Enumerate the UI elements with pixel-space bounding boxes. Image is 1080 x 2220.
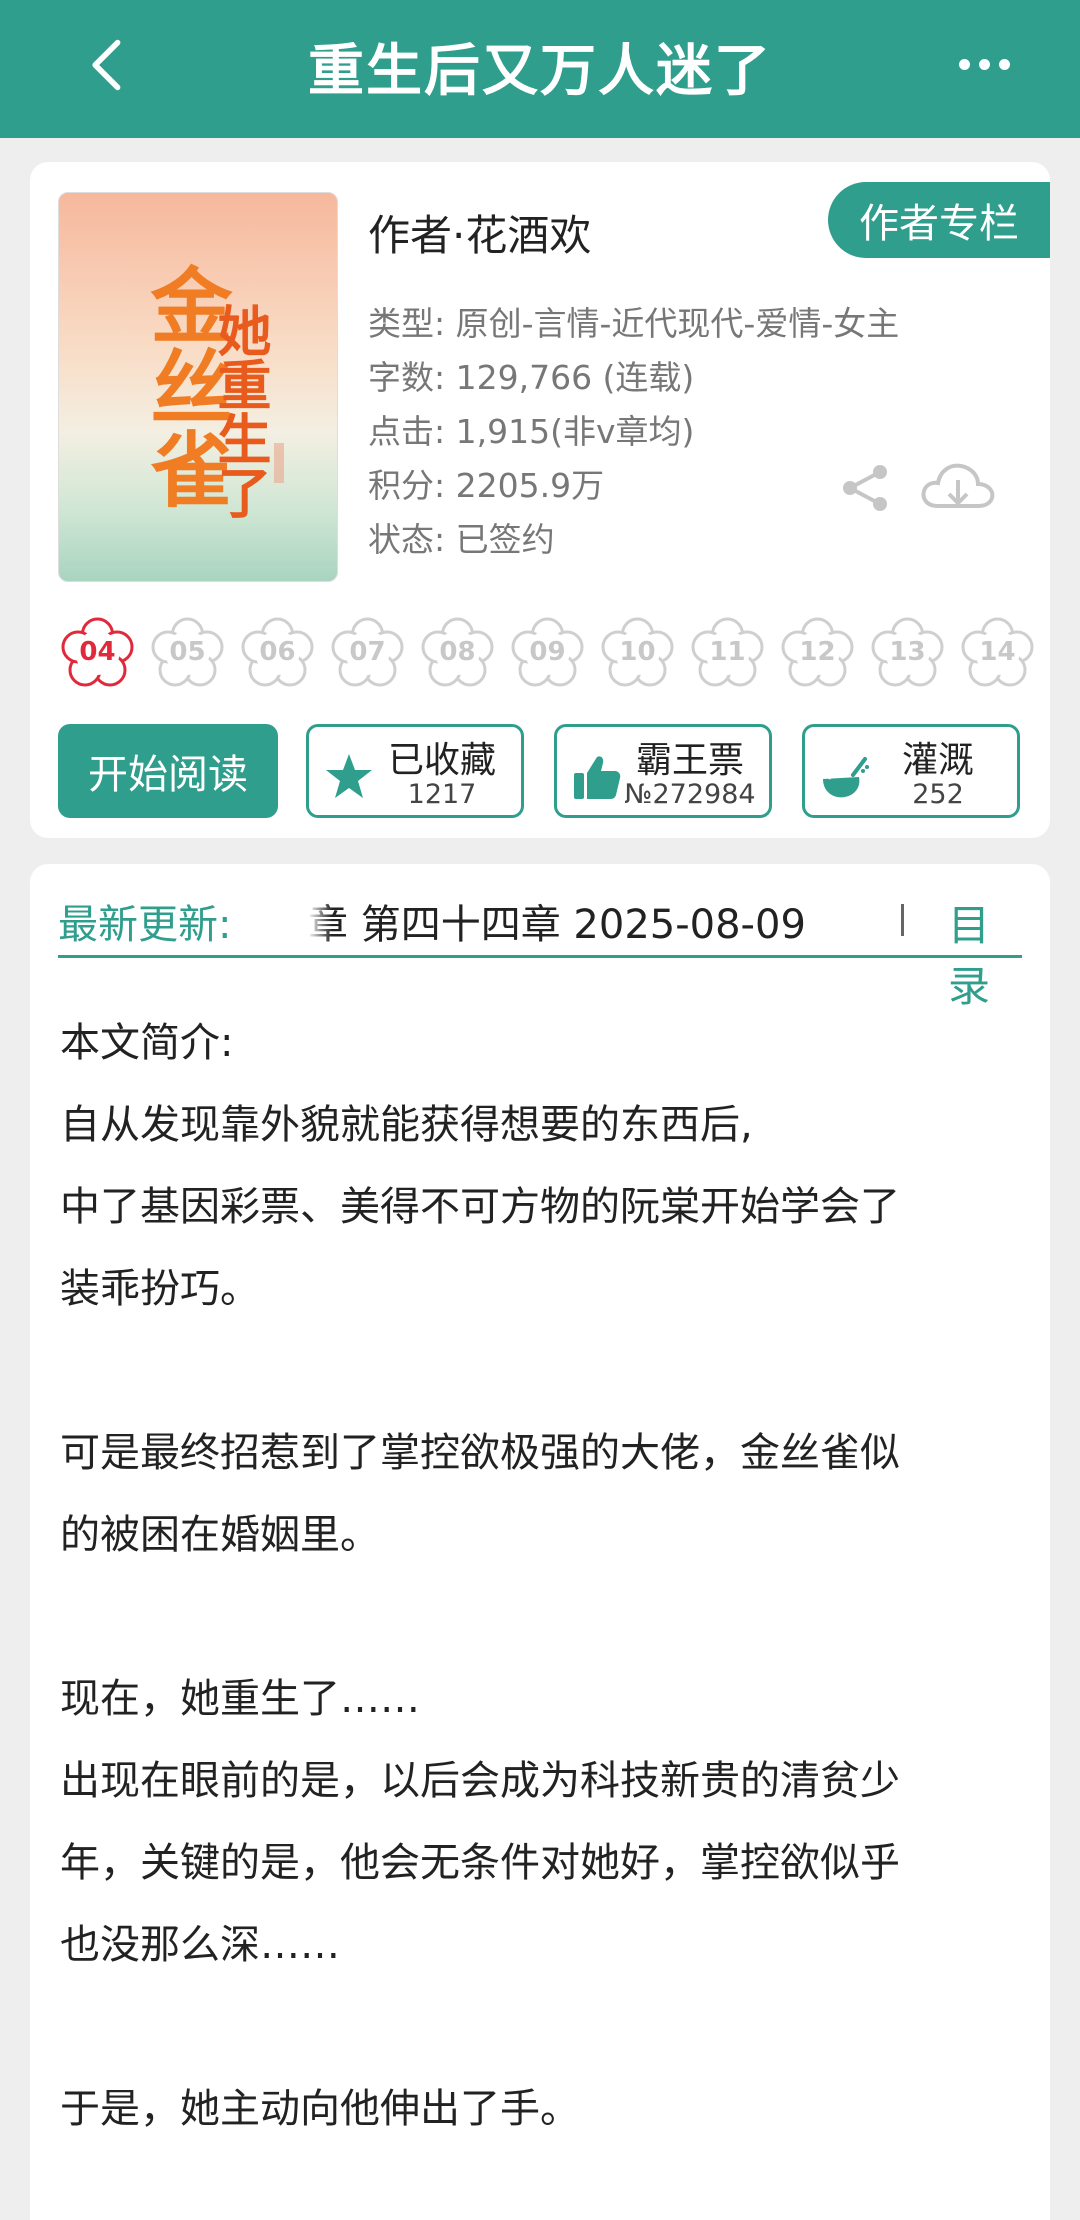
cover-seal [274, 443, 284, 483]
level-badge-number: 08 [439, 637, 476, 667]
intro-line: 也没那么深…… [60, 1922, 340, 1968]
intro-line: 出现在眼前的是，以后会成为科技新贵的清贫少 [60, 1758, 900, 1804]
book-info-card: 金丝雀 她重生了 作者专栏 作者·花酒欢 类型: 原创-言情-近代现代-爱情-女… [30, 162, 1050, 838]
intro-line: 的被困在婚姻里。 [60, 1512, 380, 1558]
level-badge[interactable]: 04 [60, 614, 135, 694]
intro-line: 自从发现靠外貌就能获得想要的东西后, [60, 1102, 753, 1148]
level-badge[interactable]: 12 [780, 614, 855, 694]
author-name[interactable]: 作者·花酒欢 [368, 202, 591, 263]
level-badge[interactable]: 10 [600, 614, 675, 694]
ticket-label: 霸王票 [635, 740, 744, 781]
meta-score: 积分: 2205.9万 [368, 466, 605, 505]
share-icon[interactable] [838, 460, 894, 516]
more-dot [998, 58, 1010, 70]
intro-line: 可是最终招惹到了掌控欲极强的大佬，金丝雀似 [60, 1430, 900, 1476]
irrigate-count: 252 [912, 779, 964, 810]
ticket-count: №272984 [624, 779, 756, 810]
page-title: 重生后又万人迷了 [308, 39, 772, 104]
latest-update-label: 最新更新: [58, 902, 232, 948]
book-cover[interactable]: 金丝雀 她重生了 [58, 192, 338, 582]
intro-line: 装乖扮巧。 [60, 1266, 260, 1312]
start-reading-button[interactable]: 开始阅读 [58, 724, 278, 818]
ticket-button[interactable]: 霸王票 №272984 [554, 724, 772, 818]
latest-update-row[interactable]: 最新更新: 章 第四十四章 2025-08-09 目录 [58, 886, 1022, 1011]
cloud-download-icon[interactable] [918, 456, 998, 520]
level-badge-number: 12 [799, 637, 836, 667]
table-of-contents-button[interactable]: 目录 [948, 892, 1022, 1014]
favorite-button[interactable]: 已收藏 1217 [306, 724, 524, 818]
intro-line: 于是，她主动向他伸出了手。 [60, 2086, 580, 2132]
intro-line: 年，关键的是，他会无条件对她好，掌控欲似乎 [60, 1840, 900, 1886]
watering-can-icon [823, 757, 869, 798]
book-intro: 本文简介: 自从发现靠外貌就能获得想要的东西后, 中了基因彩票、美得不可方物的阮棠… [60, 1002, 1020, 2150]
level-badge-number: 11 [709, 637, 746, 667]
thumbs-up-icon [574, 756, 621, 799]
level-badge[interactable]: 14 [960, 614, 1035, 694]
meta-clicks: 点击: 1,915(非v章均) [368, 412, 695, 451]
irrigate-button[interactable]: 灌溉 252 [802, 724, 1020, 818]
more-button[interactable] [944, 42, 1024, 86]
level-badge[interactable]: 07 [330, 614, 405, 694]
level-badge[interactable]: 13 [870, 614, 945, 694]
level-badge-number: 09 [529, 637, 566, 667]
author-column-button[interactable]: 作者专栏 [828, 182, 1050, 258]
latest-update-text[interactable]: 章 第四十四章 2025-08-09 [308, 892, 848, 950]
level-badge[interactable]: 08 [420, 614, 495, 694]
level-badge-number: 05 [169, 637, 206, 667]
intro-line [60, 1986, 1020, 2068]
irrigate-label: 灌溉 [901, 740, 974, 781]
meta-status: 状态: 已签约 [368, 520, 555, 559]
level-badges: 04 05 06 07 08 09 10 11 12 13 14 [60, 614, 1050, 704]
book-meta: 类型: 原创-言情-近代现代-爱情-女主 字数: 129,766 (连载) 点击… [368, 297, 899, 567]
cover-sub-title: 她重生了 [208, 303, 272, 519]
meta-type: 类型: 原创-言情-近代现代-爱情-女主 [368, 304, 900, 343]
star-icon [326, 754, 372, 798]
description-card: 最新更新: 章 第四十四章 2025-08-09 目录 本文简介: 自从发现靠外… [30, 864, 1050, 2220]
level-badge[interactable]: 11 [690, 614, 765, 694]
intro-heading: 本文简介: [60, 1020, 234, 1066]
level-badge-number: 06 [259, 637, 296, 667]
intro-line: 中了基因彩票、美得不可方物的阮棠开始学会了 [60, 1184, 900, 1230]
more-dots-icon [958, 58, 970, 70]
level-badge[interactable]: 05 [150, 614, 225, 694]
level-badge-number: 13 [889, 637, 926, 667]
level-badge[interactable]: 06 [240, 614, 315, 694]
intro-line [60, 1330, 1020, 1412]
favorite-label: 已收藏 [387, 740, 496, 781]
intro-line: 现在，她重生了…… [60, 1676, 420, 1722]
intro-line [60, 1576, 1020, 1658]
intro-body: 自从发现靠外貌就能获得想要的东西后, 中了基因彩票、美得不可方物的阮棠开始学会了装… [60, 1084, 1020, 2150]
level-badge-number: 14 [979, 637, 1016, 667]
level-badge-number: 04 [79, 637, 116, 667]
level-badge-number: 10 [619, 637, 656, 667]
meta-words: 字数: 129,766 (连载) [368, 358, 695, 397]
level-badge-number: 07 [349, 637, 386, 667]
favorite-count: 1217 [407, 779, 477, 810]
top-bar: 重生后又万人迷了 [0, 0, 1080, 138]
more-dot [978, 58, 990, 70]
level-badge[interactable]: 09 [510, 614, 585, 694]
divider [901, 904, 904, 936]
